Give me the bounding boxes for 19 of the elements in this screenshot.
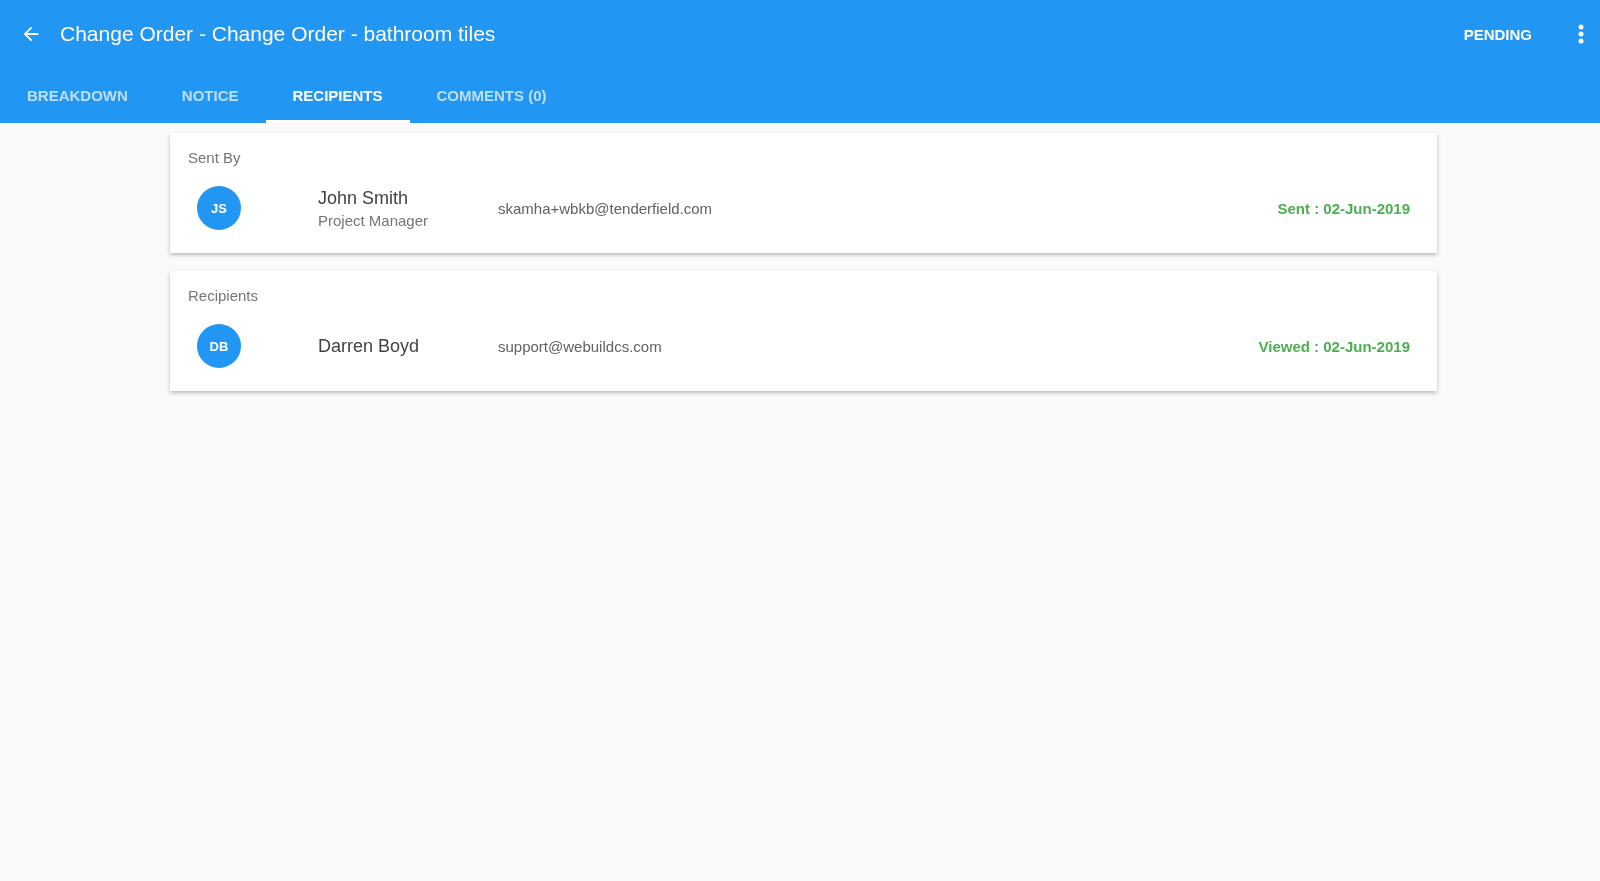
tab[interactable]: BREAKDOWN — [0, 68, 155, 123]
tab[interactable]: RECIPIENTS — [265, 68, 410, 123]
section-heading: Recipients — [188, 287, 260, 304]
section-heading: Sent By — [188, 149, 242, 166]
delivery-status: Sent : 02-Jun-2019 — [1277, 199, 1410, 217]
more-menu-button[interactable] — [1578, 24, 1584, 44]
avatar: DB — [197, 324, 241, 368]
delivery-status: Viewed : 02-Jun-2019 — [1258, 337, 1410, 355]
person-email: skamha+wbkb@tenderfield.com — [498, 199, 714, 217]
person-email: support@webuildcs.com — [498, 337, 663, 355]
avatar: JS — [197, 186, 241, 230]
more-vertical-icon — [1578, 24, 1584, 44]
tab[interactable]: COMMENTS (0) — [409, 68, 574, 123]
person-name: John Smith — [318, 187, 410, 209]
person-role: Project Manager — [318, 211, 430, 229]
status-label: PENDING — [1463, 25, 1532, 43]
page-title: Change Order - Change Order - bathroom tiles — [60, 22, 497, 46]
tab[interactable]: NOTICE — [154, 68, 266, 123]
person-name: Darren Boyd — [318, 335, 421, 357]
